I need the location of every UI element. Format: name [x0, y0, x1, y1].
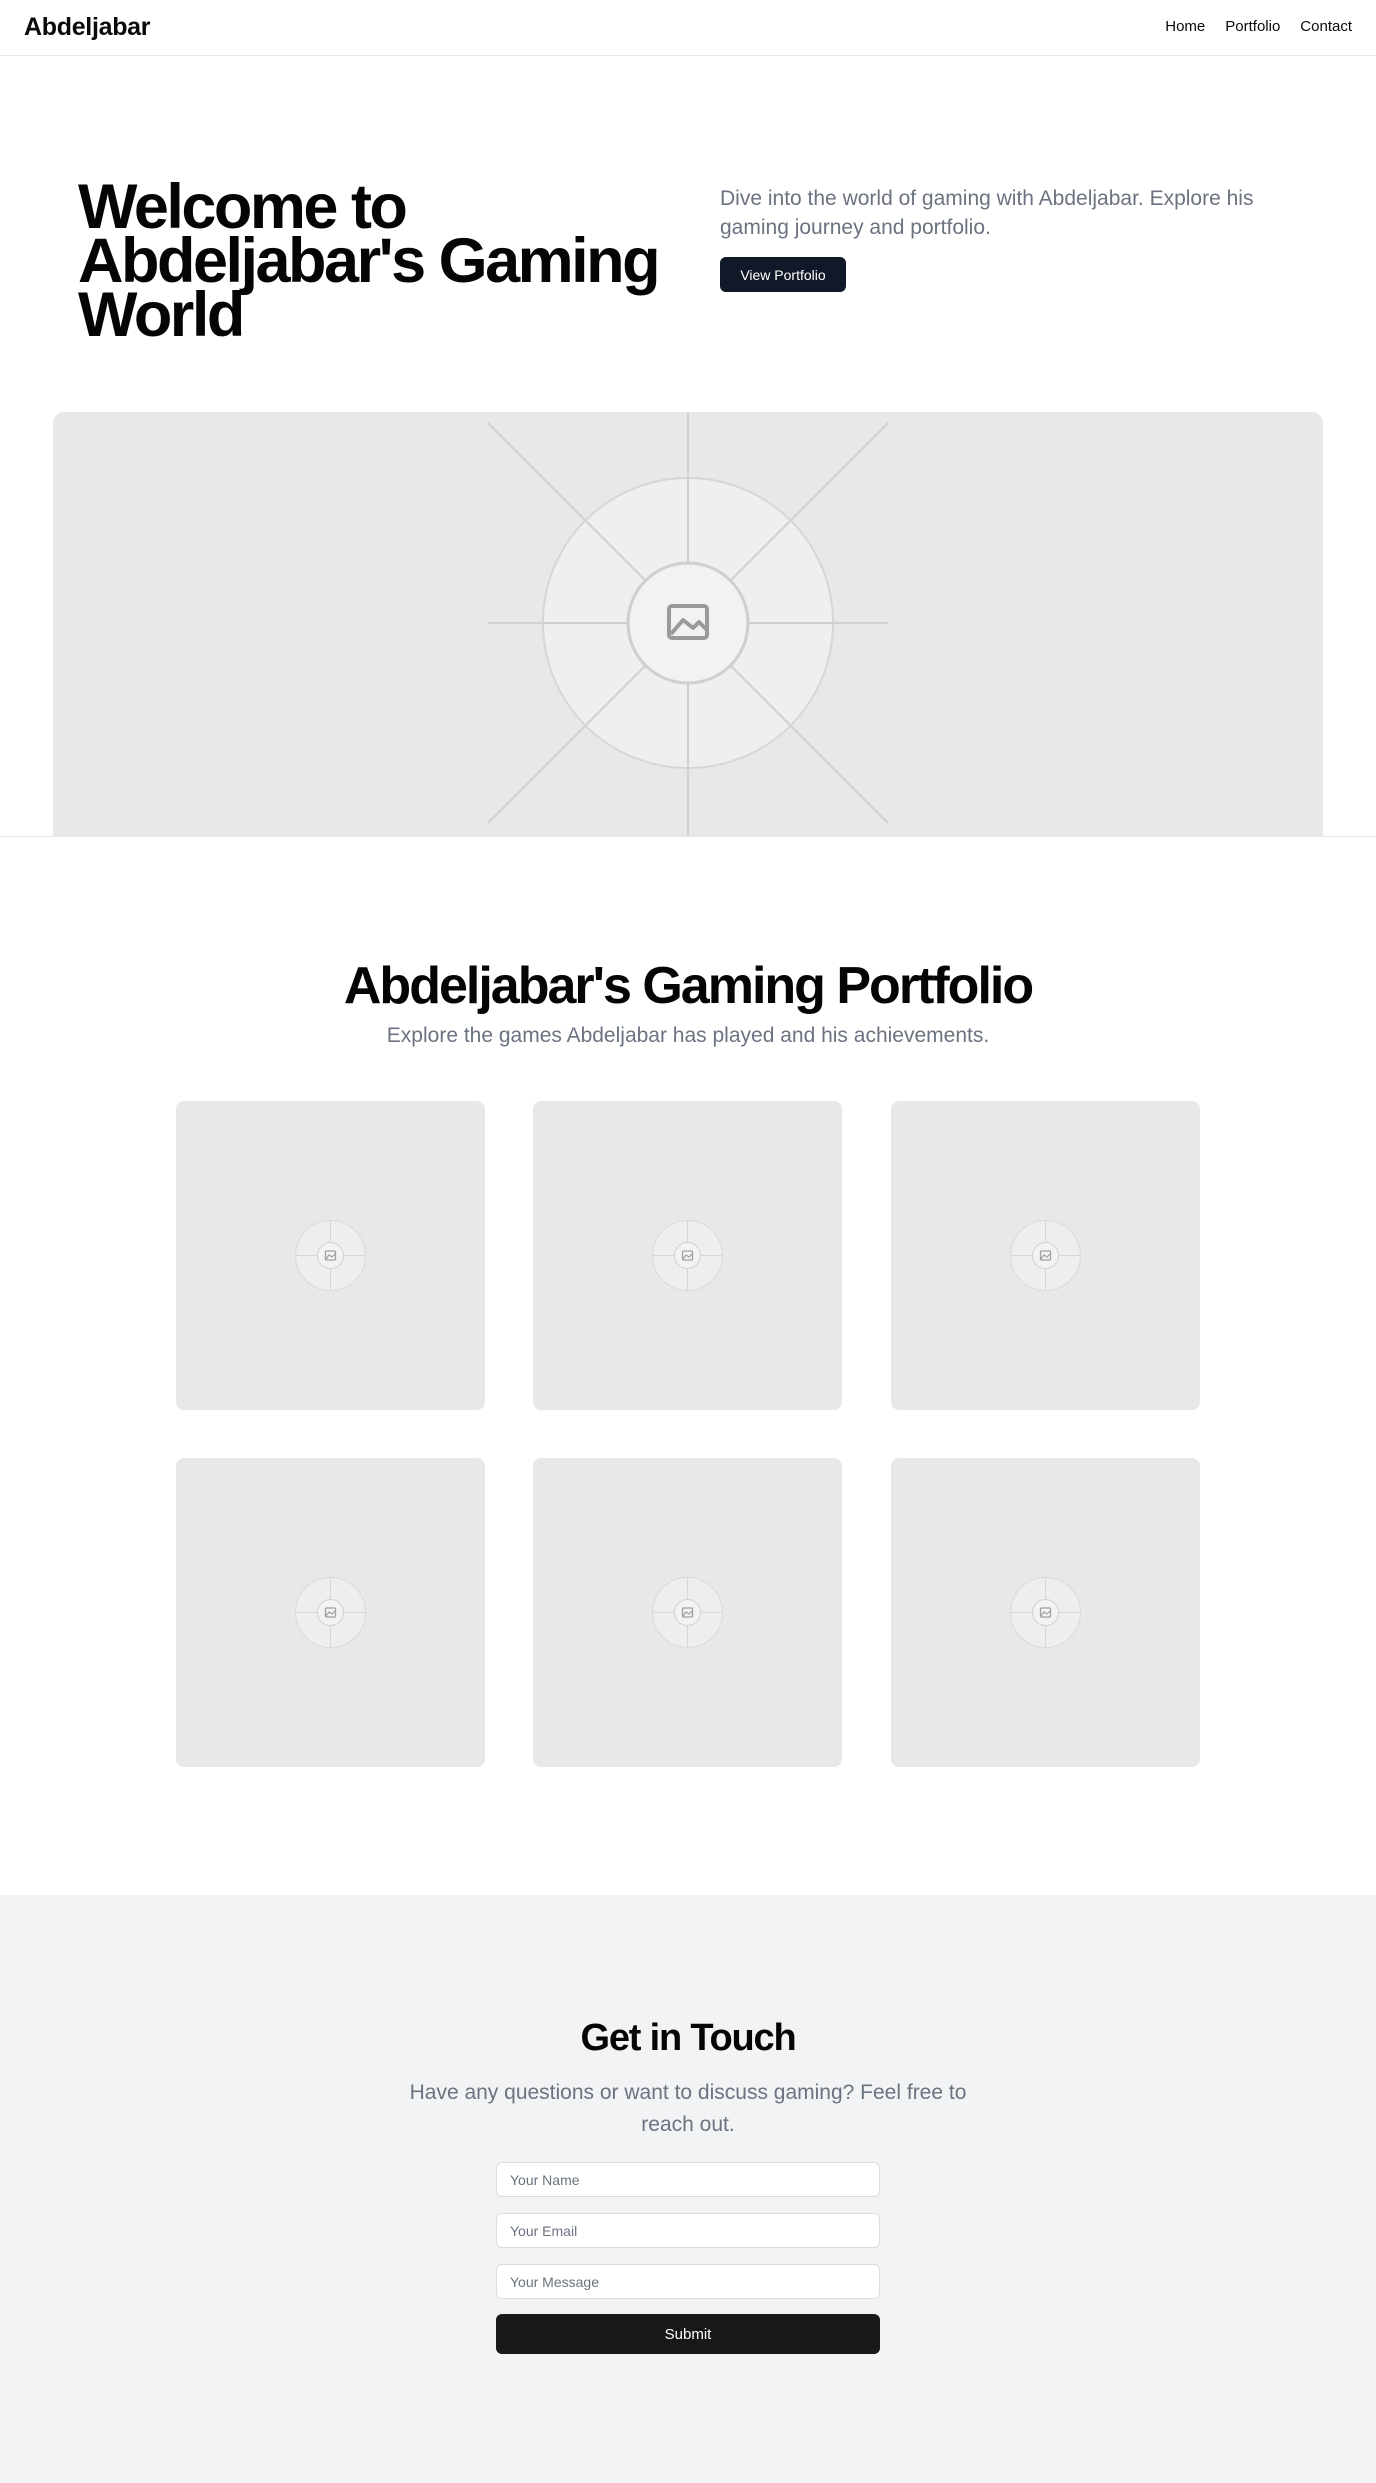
brand-logo[interactable]: Abdeljabar: [24, 13, 151, 42]
nav-link-home[interactable]: Home: [1165, 18, 1205, 35]
nav-link-contact[interactable]: Contact: [1300, 18, 1352, 35]
image-placeholder-graphic: [487, 412, 889, 836]
section-divider: [0, 836, 1376, 837]
submit-button[interactable]: Submit: [496, 2314, 880, 2354]
portfolio-card[interactable]: [533, 1101, 842, 1410]
image-placeholder-graphic: [652, 1220, 723, 1291]
hero-title: Welcome to Abdeljabar's Gaming World: [78, 172, 661, 350]
contact-title: Get in Touch: [580, 2017, 797, 2059]
hero-image-placeholder: [53, 412, 1323, 836]
message-field[interactable]: [496, 2264, 880, 2299]
image-placeholder-graphic: [652, 1577, 723, 1648]
nav-link-portfolio[interactable]: Portfolio: [1225, 18, 1280, 35]
portfolio-card[interactable]: [533, 1458, 842, 1767]
name-field[interactable]: [496, 2162, 880, 2197]
hero-description: Dive into the world of gaming with Abdel…: [720, 187, 1254, 239]
image-placeholder-graphic: [295, 1577, 366, 1648]
image-placeholder-graphic: [295, 1220, 366, 1291]
main-nav: Home Portfolio Contact: [1165, 18, 1352, 35]
portfolio-subtitle: Explore the games Abdeljabar has played …: [386, 1024, 990, 1047]
image-placeholder-graphic: [1010, 1220, 1081, 1291]
email-field[interactable]: [496, 2213, 880, 2248]
portfolio-card[interactable]: [891, 1458, 1200, 1767]
portfolio-card[interactable]: [176, 1458, 485, 1767]
image-placeholder-graphic: [1010, 1577, 1081, 1648]
contact-subtitle: Have any questions or want to discuss ga…: [409, 2081, 967, 2136]
view-portfolio-button[interactable]: View Portfolio: [720, 257, 846, 292]
portfolio-card[interactable]: [176, 1101, 485, 1410]
portfolio-card[interactable]: [891, 1101, 1200, 1410]
site-header: Abdeljabar Home Portfolio Contact: [0, 0, 1376, 56]
portfolio-title: Abdeljabar's Gaming Portfolio: [343, 957, 1034, 1015]
